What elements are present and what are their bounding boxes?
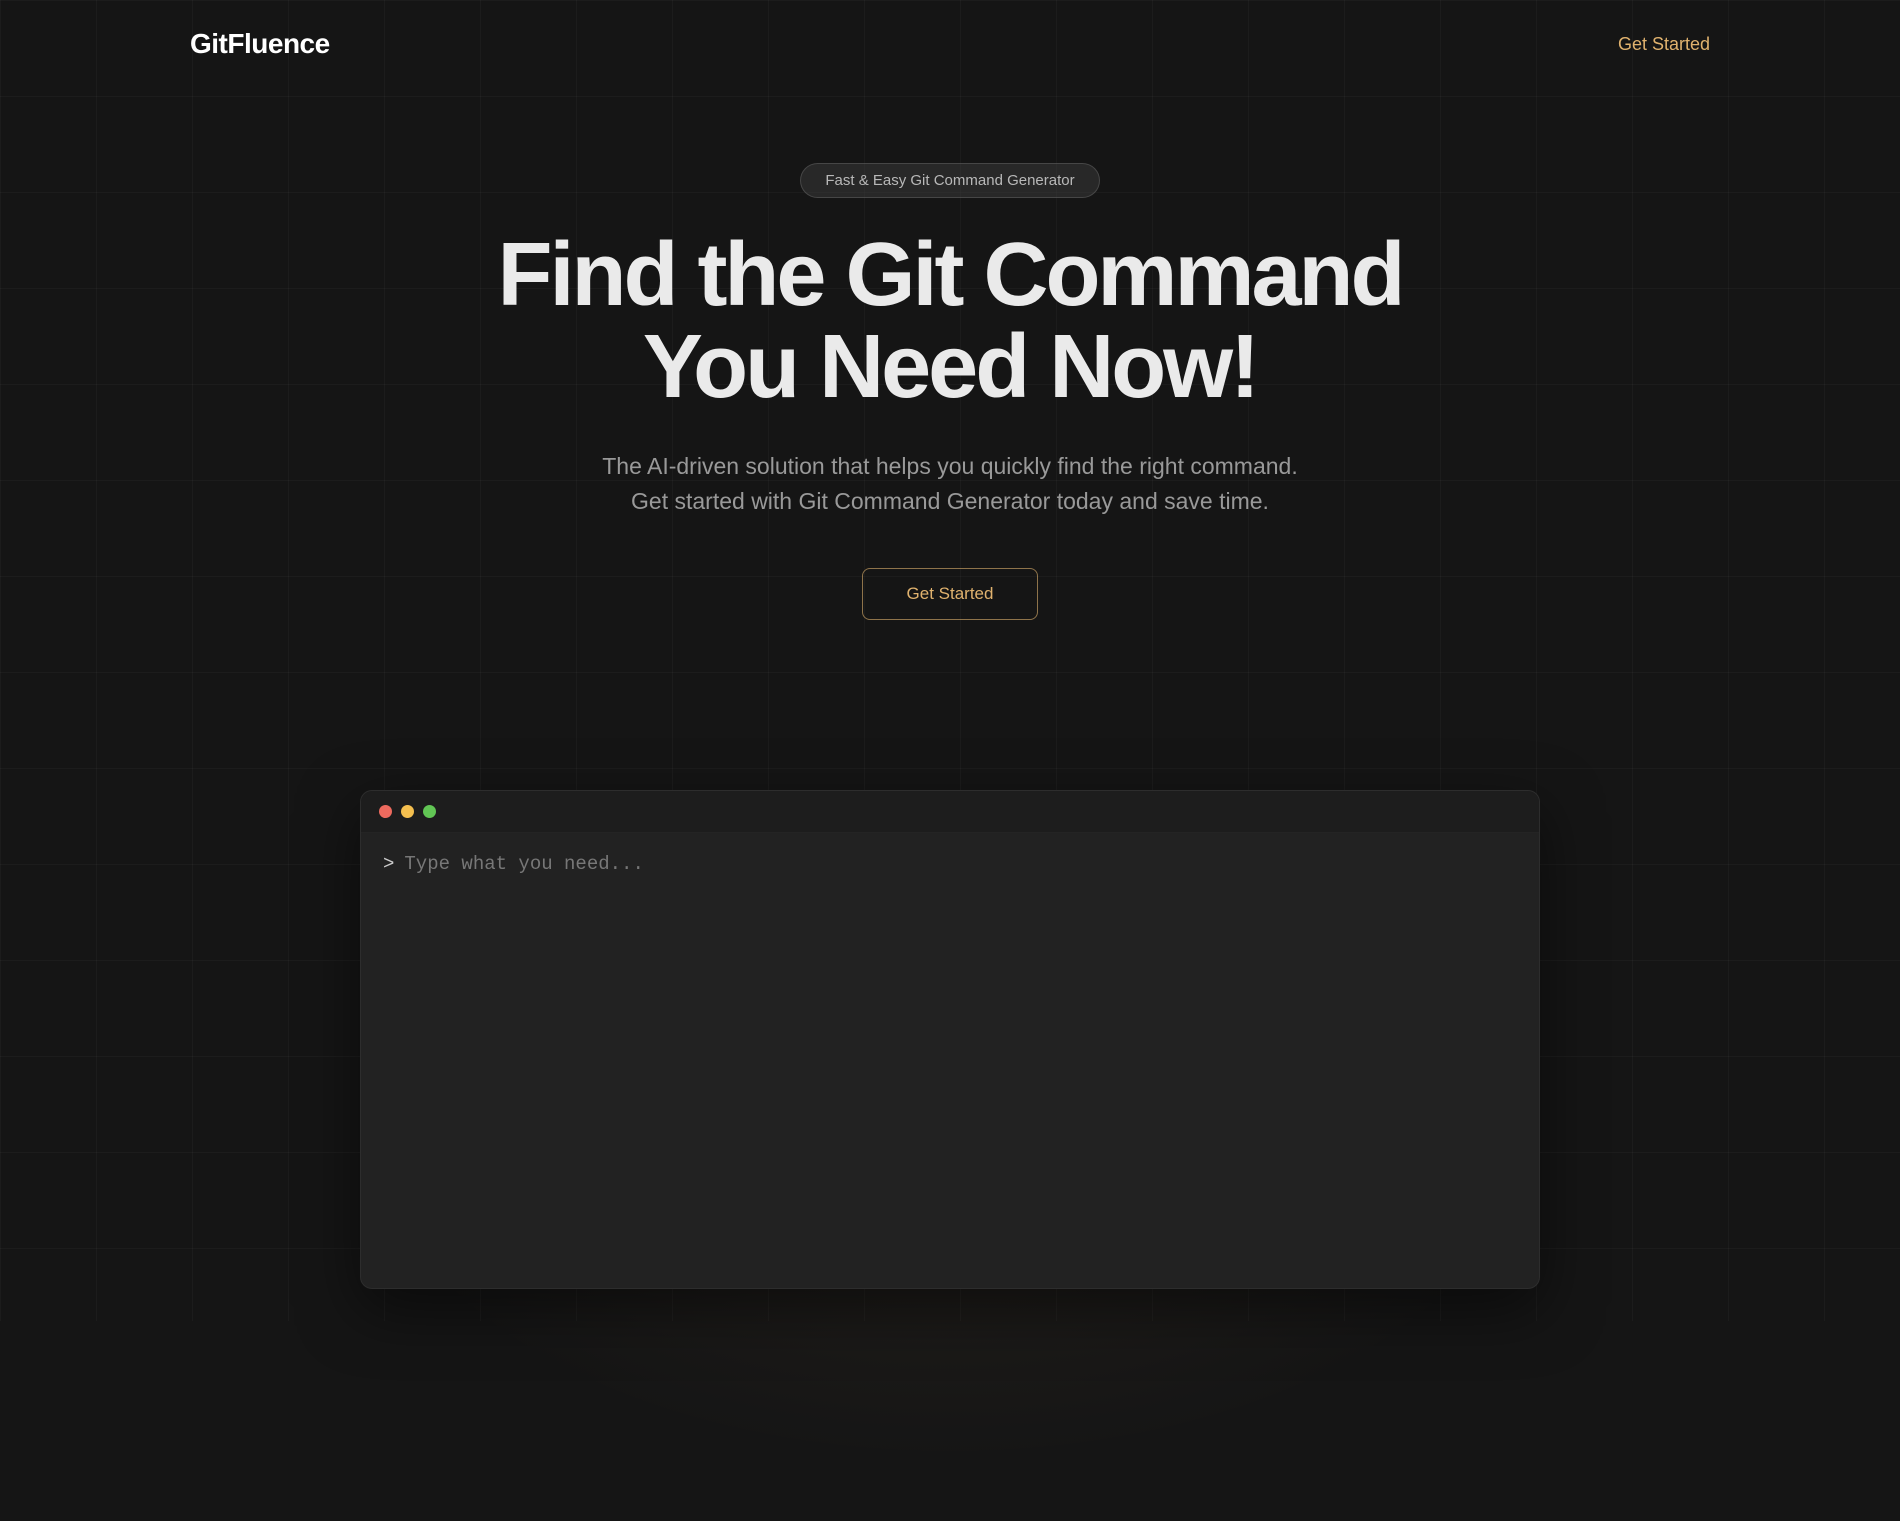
hero-title-line2: You Need Now! — [643, 317, 1257, 417]
maximize-icon[interactable] — [423, 805, 436, 818]
hero-subtitle: The AI-driven solution that helps you qu… — [602, 449, 1297, 520]
logo[interactable]: GitFluence — [190, 28, 330, 60]
header: GitFluence Get Started — [0, 0, 1900, 88]
minimize-icon[interactable] — [401, 805, 414, 818]
hero-subtitle-line1: The AI-driven solution that helps you qu… — [602, 453, 1297, 479]
get-started-button[interactable]: Get Started — [862, 568, 1039, 620]
hero-subtitle-line2: Get started with Git Command Generator t… — [631, 488, 1269, 514]
hero-title: Find the Git Command You Need Now! — [498, 230, 1403, 414]
close-icon[interactable] — [379, 805, 392, 818]
get-started-link[interactable]: Get Started — [1618, 34, 1710, 55]
terminal-titlebar — [361, 791, 1539, 833]
terminal: > — [360, 790, 1540, 1289]
hero-badge: Fast & Easy Git Command Generator — [800, 163, 1099, 198]
hero-section: Fast & Easy Git Command Generator Find t… — [0, 88, 1900, 620]
terminal-body: > — [361, 833, 1539, 1288]
hero-title-line1: Find the Git Command — [498, 225, 1403, 325]
prompt-symbol: > — [383, 853, 394, 875]
command-input[interactable] — [404, 853, 1517, 875]
